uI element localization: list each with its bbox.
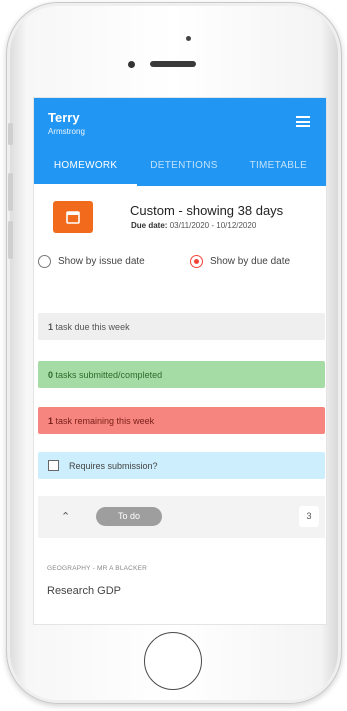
done-count: 0	[48, 370, 54, 380]
front-camera	[186, 36, 191, 41]
calendar-icon	[66, 211, 80, 224]
due-date-label: Due date:	[131, 221, 168, 230]
sort-options: Show by issue date Show by due date	[34, 244, 326, 282]
mute-switch	[8, 123, 13, 145]
proximity-sensor	[128, 61, 135, 68]
week-count: 1	[48, 322, 54, 332]
tab-detentions[interactable]: DETENTIONS	[137, 150, 230, 186]
todo-count: 3	[299, 506, 319, 527]
radio-due-date-label: Show by due date	[210, 256, 291, 267]
menu-icon[interactable]	[296, 116, 310, 127]
tasks-completed: 0 tasks submitted/completed	[38, 361, 325, 388]
due-date-value: 03/11/2020 - 10/12/2020	[169, 221, 257, 230]
calendar-button[interactable]	[53, 201, 93, 233]
checkbox-icon[interactable]	[48, 460, 59, 471]
remain-text: task remaining this week	[55, 416, 155, 426]
user-first-name: Terry	[48, 110, 80, 125]
week-text: task due this week	[55, 322, 130, 332]
requires-submission-toggle[interactable]: Requires submission?	[38, 452, 325, 479]
task-title[interactable]: Research GDP	[47, 585, 121, 597]
home-button[interactable]	[144, 632, 202, 690]
volume-down-button	[8, 221, 13, 259]
task-subject: GEOGRAPHY - MR A BLACKER	[47, 565, 148, 572]
requires-submission-label: Requires submission?	[69, 460, 158, 471]
todo-badge: To do	[96, 507, 162, 526]
app-screen: Terry Armstrong HOMEWORK DETENTIONS TIME…	[33, 97, 327, 625]
user-last-name: Armstrong	[48, 127, 85, 136]
remain-count: 1	[48, 416, 54, 426]
radio-issue-date-label: Show by issue date	[58, 256, 145, 267]
tab-timetable[interactable]: TIMETABLE	[231, 150, 326, 186]
earpiece-speaker	[150, 61, 196, 67]
chevron-up-icon[interactable]: ⌃	[61, 510, 70, 523]
tab-bar: HOMEWORK DETENTIONS TIMETABLE	[34, 150, 326, 186]
due-date-range: Due date: 03/11/2020 - 10/12/2020	[131, 221, 256, 230]
volume-up-button	[8, 173, 13, 211]
tasks-remaining: 1 task remaining this week	[38, 407, 325, 434]
radio-due-date[interactable]: Show by due date	[190, 255, 290, 268]
tasks-due-this-week: 1 task due this week	[38, 313, 325, 340]
todo-section-header[interactable]: ⌃ To do 3	[38, 496, 325, 538]
tab-homework[interactable]: HOMEWORK	[34, 150, 138, 186]
app-bar: Terry Armstrong HOMEWORK DETENTIONS TIME…	[34, 98, 326, 186]
filter-title: Custom - showing 38 days	[130, 203, 284, 218]
date-filter: Custom - showing 38 days Due date: 03/11…	[34, 186, 326, 244]
radio-selected-icon	[190, 255, 203, 268]
done-text: tasks submitted/completed	[55, 370, 163, 380]
radio-circle-icon	[38, 255, 51, 268]
radio-issue-date[interactable]: Show by issue date	[38, 255, 145, 268]
